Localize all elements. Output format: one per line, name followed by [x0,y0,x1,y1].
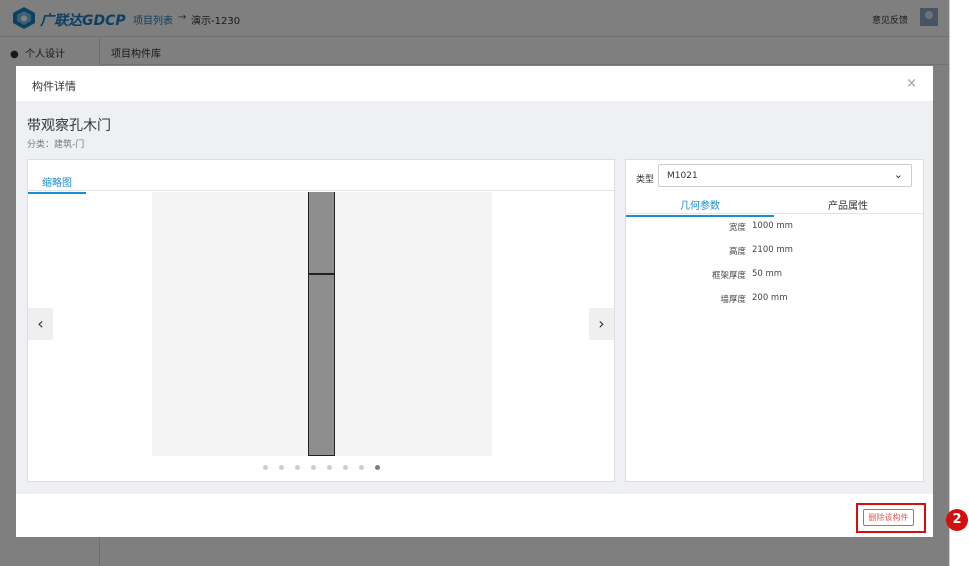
prev-slide-button[interactable]: ‹ [28,308,53,340]
slide-dot[interactable] [311,465,316,470]
slide-dot[interactable] [295,465,300,470]
param-row: 墙厚度 200 mm [626,293,923,305]
properties-panel: 类型 M1021 ⌄ 几何参数 产品属性 宽度 1000 mm 高度 2100 … [625,159,924,482]
param-key: 框架厚度 [711,271,746,281]
slide-dot[interactable] [359,465,364,470]
type-label: 类型 [636,175,655,185]
param-key: 高度 [728,247,746,257]
param-value: 1000 mm [752,221,793,231]
slide-dot[interactable] [375,465,380,470]
dialog-title: 构件详情 [32,80,76,93]
dialog-header: 构件详情 × [16,66,933,102]
tab-thumbnail[interactable]: 缩略图 [28,174,86,194]
slide-dot[interactable] [343,465,348,470]
chevron-down-icon: ⌄ [893,168,903,181]
slide-dot[interactable] [327,465,332,470]
door-panel-bottom [308,274,335,456]
dialog-footer: 删除该构件 [16,494,933,537]
dialog-body: 带观察孔木门 分类：建筑-门 缩略图 ‹ › 类型 M1021 ⌄ 几何参数 产… [16,102,933,494]
step-badge: 2 [946,509,968,531]
chevron-left-icon: ‹ [37,314,44,333]
type-select-value: M1021 [667,171,698,181]
param-value: 50 mm [752,269,783,279]
preview-panel: 缩略图 ‹ › [27,159,615,482]
page-scrollbar[interactable] [949,0,969,566]
slide-dot[interactable] [279,465,284,470]
next-slide-button[interactable]: › [589,308,614,340]
type-select[interactable]: M1021 ⌄ [658,164,912,187]
preview-tabbar: 缩略图 [28,160,614,194]
properties-tabs: 几何参数 产品属性 [626,193,923,217]
param-row: 框架厚度 50 mm [626,269,923,281]
param-value: 200 mm [752,293,788,303]
door-panel-top [308,192,335,274]
param-key: 宽度 [728,223,746,233]
param-row: 宽度 1000 mm [626,221,923,233]
close-icon[interactable]: × [906,76,917,91]
tab-geometry[interactable]: 几何参数 [626,197,774,217]
tab-product-attributes[interactable]: 产品属性 [774,197,922,215]
thumbnail-viewer [152,192,492,456]
param-key: 墙厚度 [720,295,746,305]
slide-dot[interactable] [263,465,268,470]
component-category: 分类：建筑-门 [27,140,85,150]
annotation-highlight [856,503,926,533]
component-name: 带观察孔木门 [27,118,111,134]
param-row: 高度 2100 mm [626,245,923,257]
param-value: 2100 mm [752,245,793,255]
component-detail-dialog: 构件详情 × 带观察孔木门 分类：建筑-门 缩略图 ‹ › 类型 M1021 ⌄… [16,66,933,537]
chevron-right-icon: › [598,314,605,333]
